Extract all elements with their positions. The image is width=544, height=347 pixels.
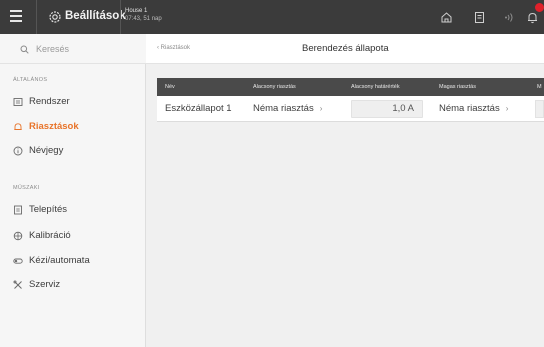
menu-icon[interactable] [10,10,24,22]
search-bar [0,34,146,64]
page-header: ‹ Riasztások Berendezés állapota [146,34,544,64]
back-label: Riasztások [160,45,191,51]
table-row: Eszközállapot 1 Néma riasztás › 1,0 A Ném… [157,96,544,122]
system-icon [13,98,23,106]
sidebar-item-service[interactable]: Szerviz [0,276,145,294]
notification-badge [535,3,544,12]
divider [36,0,37,34]
app-title: Beállítások [65,10,126,22]
context-time: 07:43, 51 nap [125,16,162,22]
search-input[interactable] [36,41,136,57]
low-alarm-value: Néma riasztás [253,103,314,114]
column-header-low-alarm: Alacsony riasztás [253,84,296,90]
install-icon [14,205,22,215]
gear-icon [49,11,61,23]
back-button[interactable]: ‹ Riasztások [157,45,190,51]
top-bar: Beállítások House 1 07:43, 51 nap [0,0,544,34]
sidebar-item-label: Névjegy [29,145,64,156]
sidebar-item-label: Kézi/automata [29,255,90,266]
low-limit-field[interactable]: 1,0 A [351,100,423,118]
column-header-high-alarm: Magas riasztás [439,84,476,90]
high-alarm-select[interactable]: Néma riasztás › [431,96,523,122]
home-icon[interactable] [440,11,453,24]
search-icon [20,45,29,54]
column-header-low-limit: Alacsony határérték [351,84,400,90]
sidebar: ÁLTALÁNOS Rendszer Riasztások Névjegy MŰ… [0,34,146,347]
bell-icon[interactable] [526,11,539,24]
info-icon [13,146,23,156]
column-header-name: Név [165,84,175,90]
table-header: Név Alacsony riasztás Alacsony határérté… [157,78,544,96]
device-name: Eszközállapot 1 [165,103,232,114]
calibration-icon [13,231,23,241]
signal-icon[interactable] [503,11,516,24]
divider [120,0,121,34]
document-icon[interactable] [473,11,486,24]
high-alarm-value: Néma riasztás [439,103,500,114]
page-title: Berendezés állapota [302,43,389,54]
sidebar-item-label: Szerviz [29,279,61,290]
context-name: House 1 [125,8,148,14]
sidebar-item-label: Kalibráció [29,230,71,241]
wrench-icon [13,280,22,289]
sidebar-item-alarms[interactable]: Riasztások [0,118,145,136]
low-alarm-select[interactable]: Néma riasztás › [245,96,337,122]
chevron-right-icon: › [319,104,323,113]
toggle-icon [13,258,23,264]
section-header-technical: MŰSZAKI [13,185,40,191]
sidebar-item-label: Riasztások [29,121,79,132]
sidebar-item-installation[interactable]: Telepítés [0,201,145,219]
alarm-icon [14,123,22,130]
column-header-high-limit: M [537,84,542,90]
sidebar-item-about[interactable]: Névjegy [0,142,145,160]
sidebar-item-label: Telepítés [29,204,68,215]
high-limit-field[interactable] [535,100,544,118]
main-content: Név Alacsony riasztás Alacsony határérté… [146,64,544,347]
chevron-right-icon: › [505,104,509,113]
sidebar-item-manual-auto[interactable]: Kézi/automata [0,252,145,270]
sidebar-item-system[interactable]: Rendszer [0,93,145,111]
sidebar-item-label: Rendszer [29,96,70,107]
section-header-general: ÁLTALÁNOS [13,77,48,83]
sidebar-item-calibration[interactable]: Kalibráció [0,227,145,245]
